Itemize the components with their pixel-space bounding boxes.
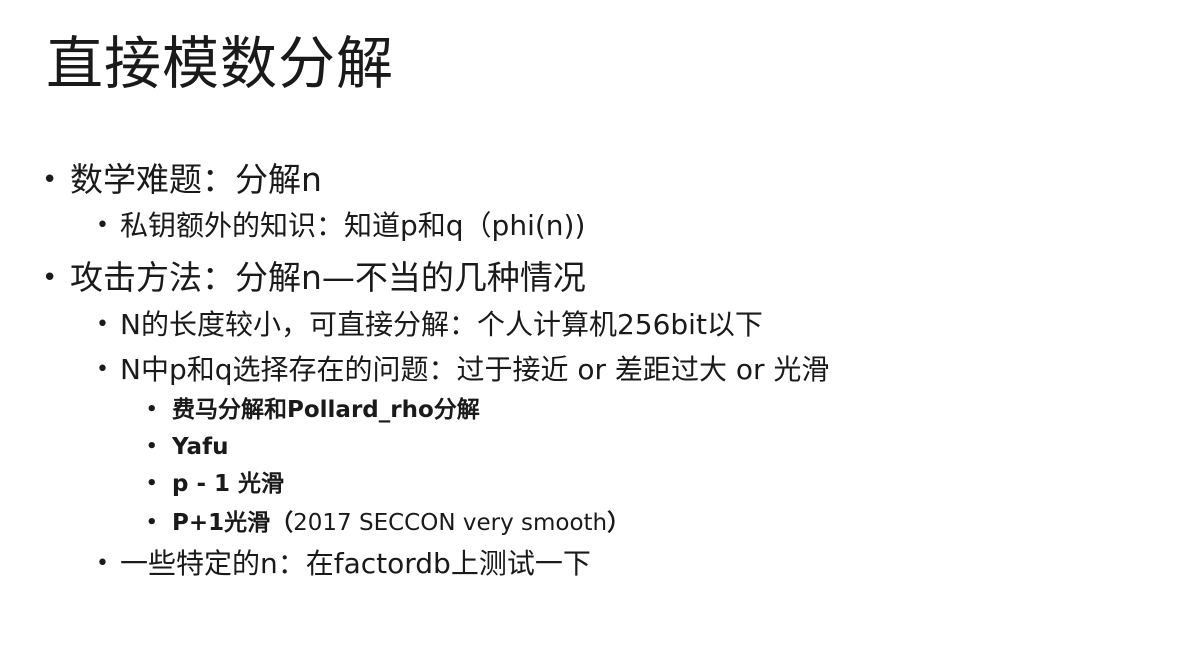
bullet-text: 费马分解和Pollard_rho分解: [172, 397, 480, 423]
bullet-item: • 数学难题：分解n: [42, 158, 322, 202]
sub-bullet-item: • 一些特定的n：在factordb上测试一下: [96, 545, 591, 583]
sub-bullet-item: • N的长度较小，可直接分解：个人计算机256bit以下: [96, 306, 763, 344]
sub-sub-bullet-item: • P+1光滑（2017 SECCON very smooth）: [146, 507, 631, 539]
sub-bullet-item: • 私钥额外的知识：知道p和q（phi(n)): [96, 207, 586, 245]
sub-bullet-item: • N中p和q选择存在的问题：过于接近 or 差距过大 or 光滑: [96, 351, 830, 389]
slide: 直接模数分解 • 数学难题：分解n • 私钥额外的知识：知道p和q（phi(n)…: [0, 0, 1196, 670]
sub-sub-bullet-item: • 费马分解和Pollard_rho分解: [146, 394, 480, 426]
bullet-dot: •: [96, 213, 109, 238]
bullet-text: N的长度较小，可直接分解：个人计算机256bit以下: [120, 308, 763, 341]
bullet-dot: •: [146, 512, 158, 533]
bullet-text-note: 2017 SECCON very smooth: [293, 510, 608, 536]
sub-sub-bullet-item: • p - 1 光滑: [146, 468, 285, 500]
bullet-dot: •: [146, 473, 158, 494]
bullet-text: Yafu: [172, 434, 229, 460]
slide-title: 直接模数分解: [46, 31, 394, 97]
bullet-dot: •: [42, 263, 58, 293]
bullet-text: 数学难题：分解n: [70, 160, 322, 199]
sub-sub-bullet-item: • Yafu: [146, 431, 229, 463]
bullet-dot: •: [96, 551, 109, 576]
bullet-text: N中p和q选择存在的问题：过于接近 or 差距过大 or 光滑: [120, 353, 830, 386]
bullet-text: p - 1 光滑: [172, 471, 285, 497]
bullet-text-close: ）: [607, 510, 631, 536]
bullet-dot: •: [146, 436, 158, 457]
bullet-text: P+1光滑（: [172, 510, 294, 536]
bullet-text: 私钥额外的知识：知道p和q（phi(n)): [120, 209, 586, 242]
bullet-item: • 攻击方法：分解n—不当的几种情况: [42, 256, 586, 300]
bullet-text: 攻击方法：分解n—不当的几种情况: [70, 258, 586, 297]
bullet-text: 一些特定的n：在factordb上测试一下: [120, 547, 591, 580]
bullet-dot: •: [146, 399, 158, 420]
bullet-dot: •: [96, 357, 109, 382]
bullet-dot: •: [42, 165, 58, 195]
bullet-dot: •: [96, 312, 109, 337]
